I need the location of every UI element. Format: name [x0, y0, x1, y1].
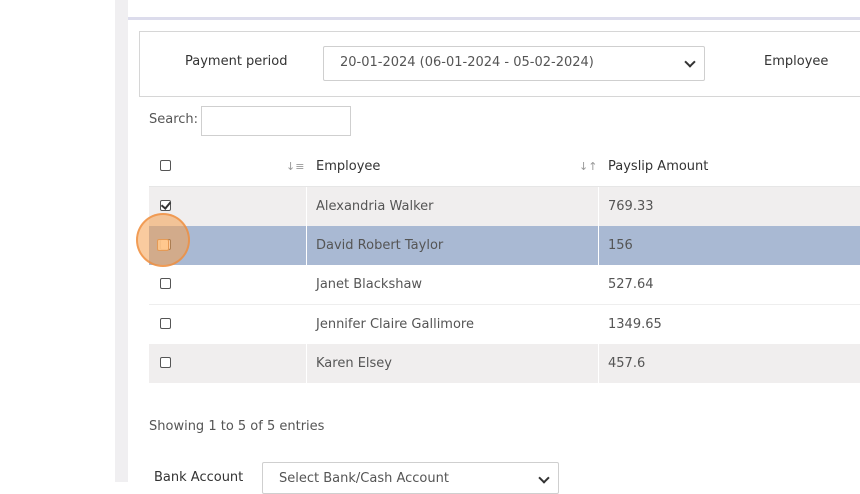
- row-amount: 1349.65: [598, 305, 860, 344]
- row-checkbox[interactable]: [160, 318, 171, 329]
- row-employee: Karen Elsey: [306, 344, 598, 383]
- highlighted-checkbox[interactable]: [157, 239, 169, 251]
- header-employee-label: Employee: [316, 159, 381, 174]
- chevron-down-icon: [684, 56, 696, 68]
- bank-account-select[interactable]: Select Bank/Cash Account: [262, 462, 559, 494]
- filter-panel: Payment period 20-01-2024 (06-01-2024 - …: [139, 31, 860, 97]
- table-row[interactable]: Alexandria Walker 769.33: [149, 187, 860, 226]
- search-input[interactable]: [201, 106, 351, 136]
- header-amount[interactable]: Payslip Amount: [598, 147, 860, 186]
- sort-asc-icon[interactable]: ↓≡: [286, 147, 304, 186]
- table-row[interactable]: Jennifer Claire Gallimore 1349.65: [149, 304, 860, 344]
- row-checkbox[interactable]: [160, 278, 171, 289]
- row-amount: 769.33: [598, 187, 860, 226]
- row-amount: 527.64: [598, 265, 860, 304]
- employee-filter-label: Employee: [764, 54, 829, 69]
- table-info: Showing 1 to 5 of 5 entries: [149, 419, 325, 434]
- sort-icon[interactable]: ↓↑: [579, 147, 597, 186]
- select-all-checkbox[interactable]: [160, 160, 171, 171]
- bank-account-label: Bank Account: [154, 470, 244, 485]
- bank-account-placeholder: Select Bank/Cash Account: [279, 471, 449, 486]
- row-amount: 156: [598, 226, 860, 265]
- row-checkbox[interactable]: [160, 357, 171, 368]
- row-employee: Janet Blackshaw: [306, 265, 598, 304]
- payment-period-label: Payment period: [185, 54, 288, 69]
- row-employee: David Robert Taylor: [306, 226, 598, 265]
- table-row[interactable]: David Robert Taylor 156: [149, 226, 860, 265]
- header-select-cell: ↓≡: [149, 147, 306, 186]
- table-row[interactable]: Janet Blackshaw 527.64: [149, 265, 860, 304]
- card-top-border: [128, 17, 860, 20]
- row-employee: Jennifer Claire Gallimore: [306, 305, 598, 344]
- row-select-cell: [149, 265, 306, 304]
- left-gutter: [0, 0, 115, 482]
- table-row[interactable]: Karen Elsey 457.6: [149, 344, 860, 383]
- row-select-cell: [149, 305, 306, 344]
- row-select-cell: [149, 344, 306, 383]
- row-checkbox[interactable]: [160, 200, 171, 211]
- row-amount: 457.6: [598, 344, 860, 383]
- header-amount-label: Payslip Amount: [608, 159, 709, 174]
- payment-period-value: 20-01-2024 (06-01-2024 - 05-02-2024): [340, 55, 594, 70]
- table-header-row: ↓≡ Employee ↓↑ Payslip Amount: [149, 147, 860, 187]
- payment-period-select[interactable]: 20-01-2024 (06-01-2024 - 05-02-2024): [323, 46, 705, 81]
- header-employee[interactable]: Employee ↓↑: [306, 147, 598, 186]
- search-label: Search:: [149, 112, 199, 127]
- row-employee: Alexandria Walker: [306, 187, 598, 226]
